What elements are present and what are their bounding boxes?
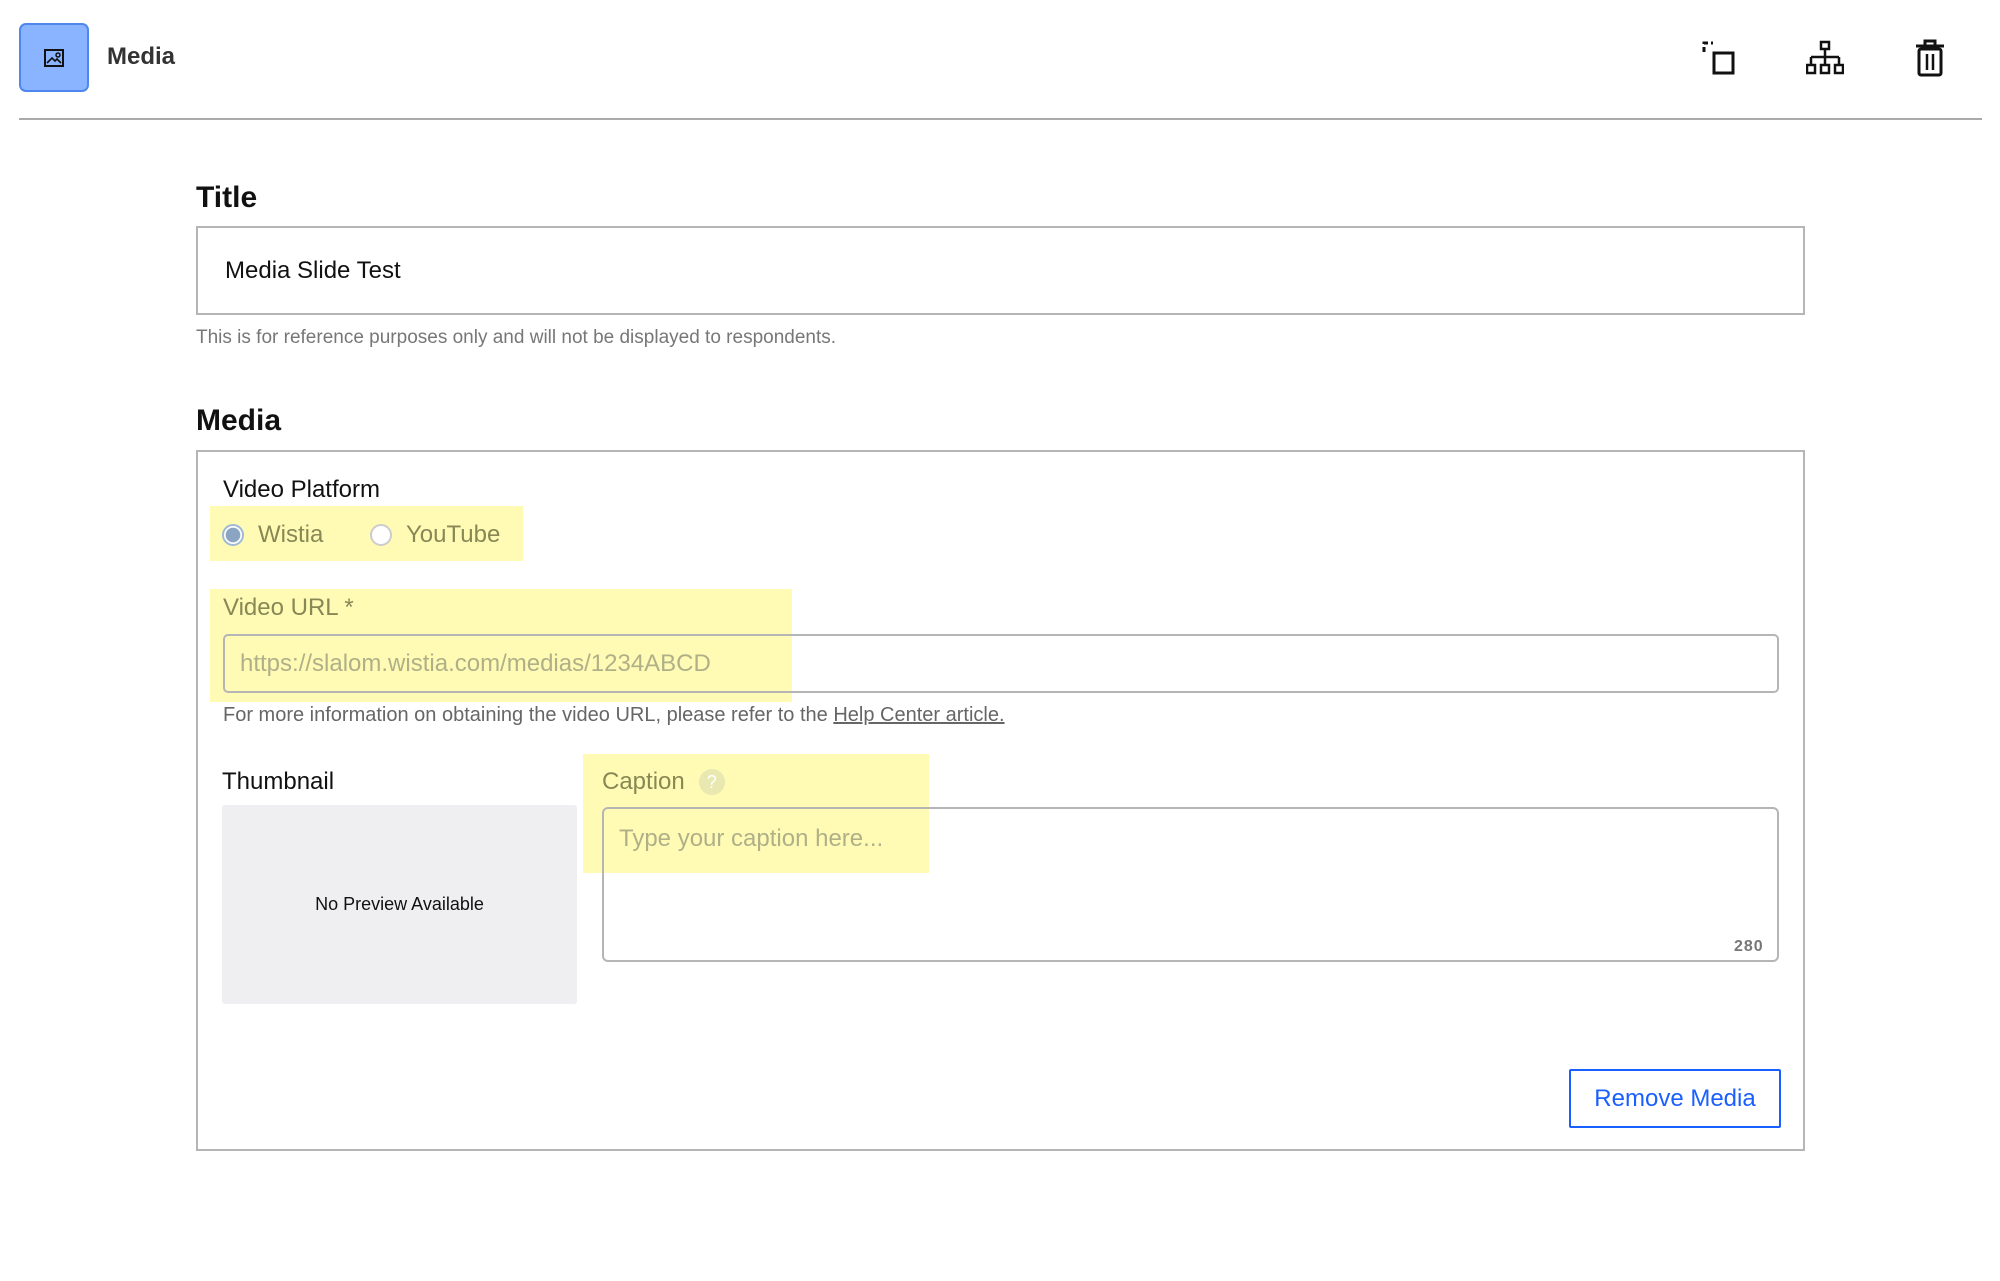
duplicate-button[interactable] (1699, 38, 1739, 78)
title-input[interactable]: Media Slide Test (196, 226, 1805, 315)
video-url-placeholder: https://slalom.wistia.com/medias/1234ABC… (240, 649, 711, 677)
logic-button[interactable] (1805, 38, 1845, 78)
slide-type-title: Media (107, 43, 176, 70)
radio-wistia[interactable]: Wistia (222, 521, 323, 549)
header-divider (19, 118, 1982, 120)
remove-media-button[interactable]: Remove Media (1569, 1069, 1781, 1128)
delete-button[interactable] (1910, 38, 1950, 78)
no-preview-text: No Preview Available (315, 894, 484, 914)
radio-youtube[interactable]: YouTube (370, 521, 500, 549)
media-label: Media (196, 404, 282, 437)
help-center-link[interactable]: Help Center article. (833, 704, 1004, 726)
video-platform-label: Video Platform (223, 476, 380, 503)
image-icon (44, 48, 64, 67)
title-helper-text: This is for reference purposes only and … (196, 327, 837, 348)
radio-button[interactable] (370, 524, 392, 546)
caption-textarea[interactable]: Type your caption here... (602, 807, 1779, 962)
duplicate-icon (1702, 41, 1735, 75)
thumbnail-label: Thumbnail (222, 768, 335, 795)
media-type-icon (19, 23, 89, 92)
title-label: Title (196, 181, 258, 214)
caption-label: Caption (602, 768, 685, 795)
video-url-helper: For more information on obtaining the vi… (223, 704, 834, 726)
media-panel (196, 450, 1805, 1151)
help-icon[interactable]: ? (698, 769, 725, 795)
thumbnail-preview: No Preview Available (222, 805, 577, 1004)
caption-placeholder: Type your caption here... (619, 825, 884, 852)
video-url-input[interactable]: https://slalom.wistia.com/medias/1234ABC… (223, 634, 1779, 693)
caption-char-counter: 280 (1734, 938, 1764, 955)
video-url-label: Video URL * (223, 594, 354, 621)
sitemap-icon (1806, 40, 1844, 75)
radio-button-selected[interactable] (222, 524, 244, 546)
trash-icon (1916, 39, 1944, 77)
